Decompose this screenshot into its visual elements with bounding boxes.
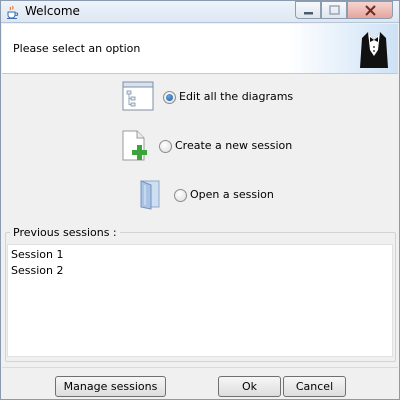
option-open-session-label[interactable]: Open a session (190, 188, 274, 201)
option-edit-diagrams-radio[interactable] (163, 91, 176, 104)
welcome-dialog: Welcome Please select an option Edit all… (0, 0, 400, 400)
tuxedo-icon (360, 32, 388, 68)
cancel-button[interactable]: Cancel (283, 376, 346, 397)
new-document-plus-icon (122, 130, 147, 161)
footer-divider (2, 367, 398, 368)
minimize-button[interactable] (295, 1, 321, 19)
previous-sessions-title: Previous sessions : (10, 226, 120, 239)
window-title: Welcome (25, 4, 80, 18)
java-cup-icon (7, 5, 19, 19)
header-prompt: Please select an option (13, 42, 141, 55)
session-item[interactable]: Session 2 (11, 264, 63, 277)
option-create-session-label[interactable]: Create a new session (175, 139, 292, 152)
minimize-icon (304, 12, 313, 15)
option-open-session-radio[interactable] (174, 189, 187, 202)
option-edit-diagrams-label[interactable]: Edit all the diagrams (179, 90, 293, 103)
maximize-icon (329, 5, 340, 15)
close-button[interactable] (347, 1, 393, 19)
session-item[interactable]: Session 1 (11, 248, 63, 261)
title-bar[interactable]: Welcome (1, 1, 399, 23)
open-folder-icon (140, 180, 160, 210)
ok-button[interactable]: Ok (218, 376, 281, 397)
manage-sessions-button[interactable]: Manage sessions (55, 376, 166, 397)
maximize-button[interactable] (321, 1, 347, 19)
header-banner: Please select an option (2, 24, 398, 74)
option-create-session-radio[interactable] (159, 140, 172, 153)
close-icon (365, 5, 376, 16)
session-list[interactable]: Session 1 Session 2 (7, 244, 393, 357)
diagram-list-icon (122, 81, 154, 111)
